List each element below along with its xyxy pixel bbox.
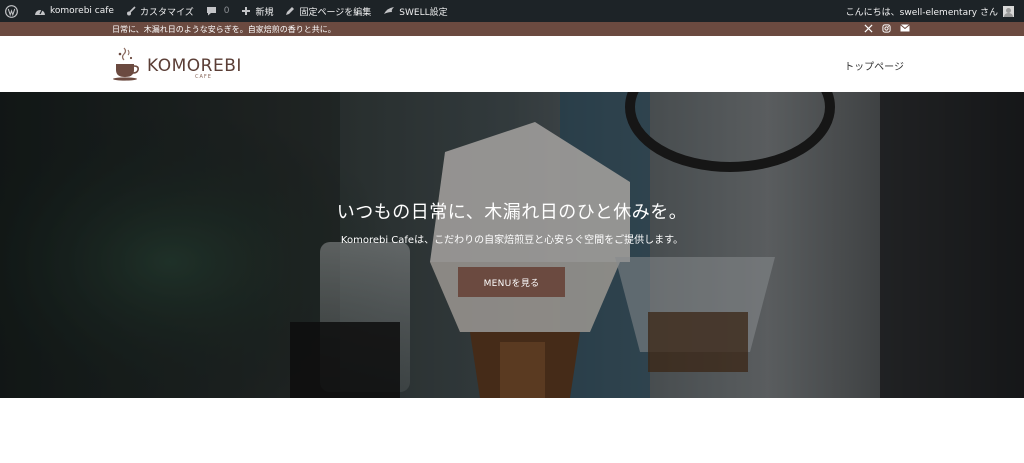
- nav-top-page[interactable]: トップページ: [844, 58, 904, 73]
- comments-link[interactable]: 0: [200, 0, 236, 22]
- pencil-icon: [285, 6, 295, 16]
- menu-button[interactable]: MENUを見る: [458, 267, 565, 297]
- hero-subtitle: Komorebi Cafeは、こだわりの自家焙煎豆と心安らぐ空間をご提供します。: [340, 235, 684, 246]
- logo-wordmark: KOMOREBI CAFE: [147, 56, 242, 80]
- instagram-icon[interactable]: [882, 23, 891, 35]
- logo-sub-text: CAFE: [195, 74, 212, 80]
- new-label: 新規: [255, 7, 274, 18]
- site-logo[interactable]: KOMOREBI CAFE: [111, 46, 242, 86]
- swell-bird-icon: [383, 6, 395, 16]
- logo-main-text: KOMOREBI: [147, 56, 242, 76]
- coffee-cup-icon: [111, 46, 141, 86]
- site-header: KOMOREBI CAFE トップページ: [0, 36, 1024, 92]
- social-links: [864, 23, 910, 35]
- customize-link[interactable]: カスタマイズ: [120, 0, 200, 22]
- avatar: [1003, 5, 1014, 17]
- brush-icon: [126, 6, 136, 16]
- edit-page-label: 固定ページを編集: [299, 7, 372, 18]
- info-bar: 日常に、木漏れ日のような安らぎを。自家焙煎の香りと共に。: [0, 22, 1024, 36]
- x-icon[interactable]: [864, 23, 873, 35]
- mail-icon[interactable]: [900, 24, 910, 34]
- site-name: komorebi cafe: [50, 6, 114, 16]
- wordpress-menu[interactable]: [0, 0, 28, 22]
- comment-count: 0: [223, 6, 230, 16]
- edit-page-link[interactable]: 固定ページを編集: [279, 0, 377, 22]
- customize-label: カスタマイズ: [139, 7, 194, 18]
- new-content-link[interactable]: 新規: [235, 0, 279, 22]
- wordpress-icon: [5, 4, 18, 18]
- greeting: こんにちは、swell-elementary さん: [845, 7, 998, 18]
- info-bar-message: 日常に、木漏れ日のような安らぎを。自家焙煎の香りと共に。: [112, 25, 336, 34]
- my-account[interactable]: こんにちは、swell-elementary さん: [846, 0, 1014, 22]
- comment-icon: [206, 6, 217, 16]
- wp-admin-bar: komorebi cafe カスタマイズ 0 新規 固定ページを編集 SWELL…: [0, 0, 1024, 22]
- site-name-link[interactable]: komorebi cafe: [28, 0, 120, 22]
- hero-title: いつもの日常に、木漏れ日のひと休みを。: [336, 202, 688, 223]
- swell-settings-link[interactable]: SWELL設定: [377, 0, 453, 22]
- hero-section: いつもの日常に、木漏れ日のひと休みを。 Komorebi Cafeは、こだわりの…: [0, 92, 1024, 398]
- dashboard-icon: [34, 6, 46, 16]
- plus-icon: [241, 6, 251, 16]
- swell-settings-label: SWELL設定: [399, 7, 448, 18]
